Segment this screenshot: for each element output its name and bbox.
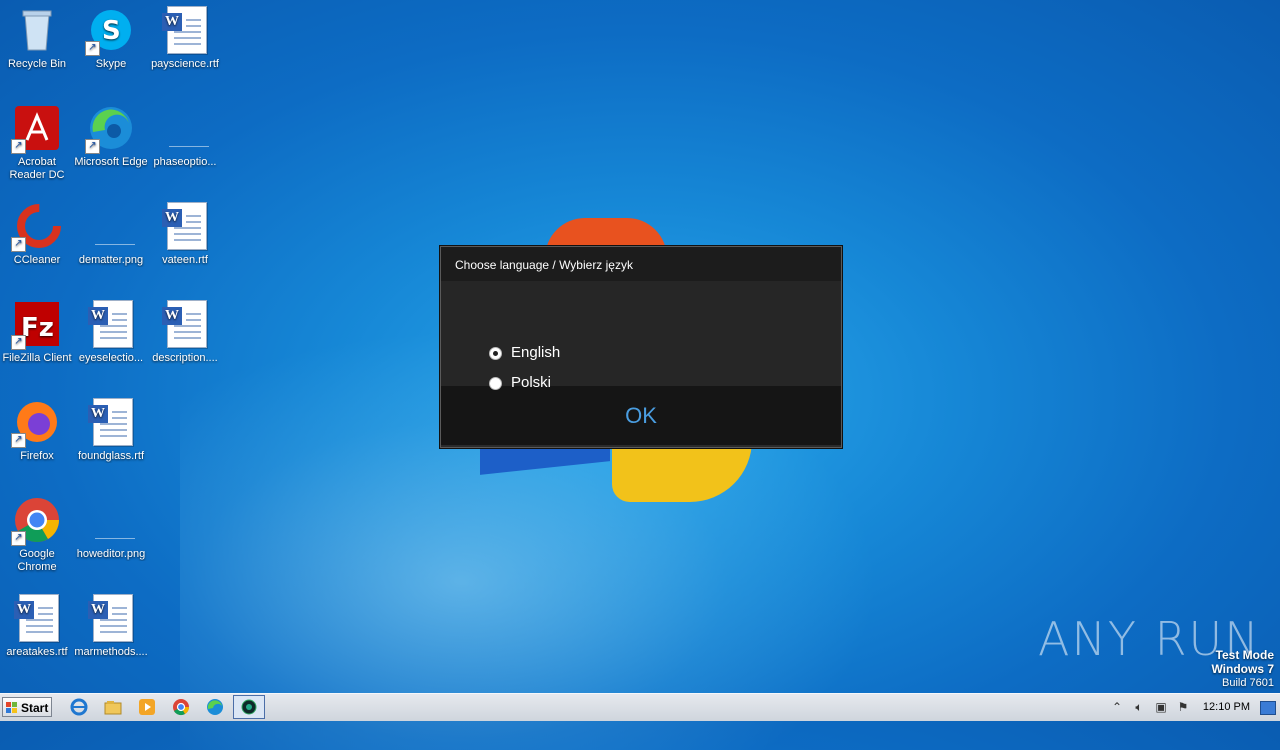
volume-icon[interactable]: 🔈︎: [1132, 700, 1146, 714]
edge-taskbar-icon[interactable]: [206, 698, 224, 716]
radio-button-polski[interactable]: [489, 376, 502, 390]
desktop-icon-areatakes[interactable]: W areatakes.rtf: [0, 594, 74, 659]
filezilla-icon: Fz ↗: [11, 300, 61, 350]
recycle-bin-icon: [13, 6, 61, 54]
image-file-icon: [161, 104, 209, 152]
radio-option-english[interactable]: English: [489, 344, 560, 362]
ccleaner-icon: ↗: [11, 202, 61, 252]
word-document-icon: W: [161, 6, 209, 54]
build-label: Build 7601: [1222, 677, 1274, 689]
desktop-icon-filezilla[interactable]: Fz ↗ FileZilla Client: [0, 300, 74, 365]
file-explorer-icon[interactable]: [104, 698, 122, 716]
windows-logo-icon: [6, 702, 17, 713]
radio-label-english: English: [511, 344, 561, 361]
desktop-icon-chrome[interactable]: ↗ Google Chrome: [0, 496, 74, 574]
desktop-icon-vateen[interactable]: W vateen.rtf: [148, 202, 222, 267]
edge-icon: ↗: [85, 104, 135, 154]
active-app-taskbar-button[interactable]: [233, 695, 265, 719]
word-document-icon: W: [13, 594, 61, 642]
dialog-title: Choose language / Wybierz język: [441, 247, 841, 281]
system-info: Test Mode Windows 7 Build 7601: [1211, 648, 1274, 690]
chrome-taskbar-icon[interactable]: [172, 698, 190, 716]
ok-button[interactable]: OK: [605, 386, 677, 446]
internet-explorer-icon[interactable]: [70, 698, 88, 716]
desktop-icon-eyeselection[interactable]: W eyeselectio...: [74, 300, 148, 365]
desktop-icon-marmethods[interactable]: W marmethods....: [74, 594, 148, 659]
desktop-icon-skype[interactable]: S ↗ Skype: [74, 6, 148, 71]
desktop-icon-payscience[interactable]: W payscience.rtf: [148, 6, 222, 71]
desktop-icon-dematter[interactable]: dematter.png: [74, 202, 148, 267]
svg-text:S: S: [102, 16, 121, 46]
dialog-body: English Polski: [441, 281, 841, 391]
desktop-icon-acrobat[interactable]: ↗ Acrobat Reader DC: [0, 104, 74, 182]
desktop-icon-ccleaner[interactable]: ↗ CCleaner: [0, 202, 74, 267]
radio-option-polski[interactable]: Polski: [489, 374, 551, 392]
action-center-flag-icon[interactable]: ⚑: [1176, 700, 1190, 714]
word-document-icon: W: [87, 594, 135, 642]
show-hidden-icons-icon[interactable]: ⌃: [1110, 700, 1124, 714]
image-file-icon: [87, 202, 135, 250]
word-document-icon: W: [87, 300, 135, 348]
desktop-icon-howeditor[interactable]: howeditor.png: [74, 496, 148, 561]
system-tray: ⌃ 🔈︎ ▣ ⚑ 12:10 PM: [1104, 694, 1280, 721]
radio-button-english[interactable]: [489, 346, 502, 360]
desktop-icon-foundglass[interactable]: W foundglass.rtf: [74, 398, 148, 463]
desktop-icon-description[interactable]: W description....: [148, 300, 222, 365]
skype-icon: S ↗: [85, 6, 135, 56]
firefox-icon: ↗: [11, 398, 61, 448]
image-file-icon: [87, 496, 135, 544]
taskbar: Start ⌃ 🔈︎ ▣ ⚑ 12:10 PM: [0, 693, 1280, 721]
start-button[interactable]: Start: [2, 697, 52, 717]
word-document-icon: W: [161, 300, 209, 348]
desktop-icon-phaseoption[interactable]: phaseoptio...: [148, 104, 222, 169]
os-label: Windows 7: [1211, 662, 1274, 676]
network-icon[interactable]: ▣: [1154, 700, 1168, 714]
media-player-icon[interactable]: [138, 698, 156, 716]
word-document-icon: W: [161, 202, 209, 250]
acrobat-icon: ↗: [11, 104, 61, 154]
radio-label-polski: Polski: [511, 374, 552, 391]
desktop-icon-edge[interactable]: ↗ Microsoft Edge: [74, 104, 148, 169]
desktop-icon-recycle-bin[interactable]: Recycle Bin: [0, 6, 74, 71]
dialog-footer: OK: [441, 386, 841, 445]
desktop-icon-firefox[interactable]: ↗ Firefox: [0, 398, 74, 463]
show-desktop-icon[interactable]: [1260, 701, 1276, 715]
chrome-icon: ↗: [11, 496, 61, 546]
word-document-icon: W: [87, 398, 135, 446]
wallpaper-logo-yellow: [612, 440, 752, 502]
taskbar-clock[interactable]: 12:10 PM: [1203, 694, 1250, 721]
test-mode-label: Test Mode: [1215, 648, 1274, 662]
language-dialog: Choose language / Wybierz język English …: [440, 246, 842, 448]
